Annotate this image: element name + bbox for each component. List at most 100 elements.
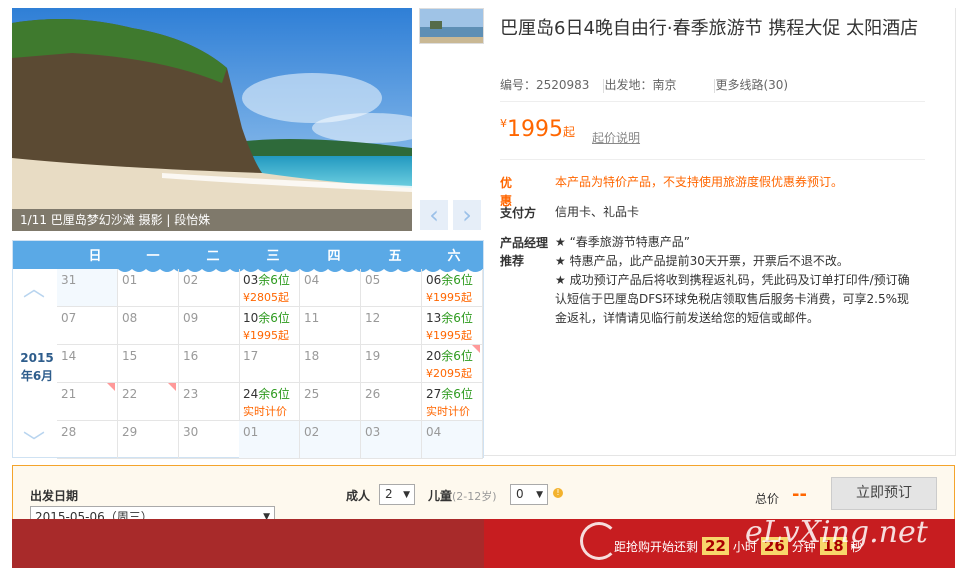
calendar-prev-month-button[interactable]: ︿ — [23, 271, 45, 303]
chevron-right-icon: › — [462, 201, 472, 229]
recommend-list: ★ “春季旅游节特惠产品” ★ 特惠产品，此产品提前30天开票，开票后不退不改。… — [555, 233, 915, 328]
dropdown-arrow-icon: ▼ — [536, 490, 543, 500]
calendar-day-number: 24 — [243, 387, 259, 401]
calendar-day-cell: 09 — [179, 307, 240, 345]
main-photo[interactable] — [12, 8, 412, 231]
calendar-day-price: ¥1995起 — [426, 291, 472, 304]
calendar-day-number: 13 — [426, 311, 442, 325]
calendar-day-number: 01 — [122, 273, 138, 287]
adult-count-value: 2 — [385, 487, 393, 501]
calendar-day-number: 10 — [243, 311, 259, 325]
photo-thumbnail[interactable] — [419, 8, 484, 44]
weekday-label: 二 — [206, 249, 220, 264]
calendar-day-number: 30 — [183, 425, 199, 439]
calendar-day-cell[interactable]: 06余6位 ¥1995起 — [422, 269, 483, 307]
price-note-link[interactable]: 起价说明 — [592, 129, 640, 146]
info-icon[interactable]: ! — [553, 488, 563, 498]
calendar-day-cell: 18 — [300, 345, 361, 383]
calendar-day-cell: 17 — [239, 345, 300, 383]
calendar-day-number: 06 — [426, 273, 442, 287]
calendar-day-cell: 11 — [300, 307, 361, 345]
calendar-day-number: 03 — [243, 273, 259, 287]
calendar-day-number: 12 — [365, 311, 381, 325]
child-label: 儿童(2-12岁) — [428, 487, 497, 504]
calendar-day-price: 实时计价 — [243, 405, 287, 418]
calendar-availability: 余6位 — [258, 387, 290, 401]
recommend-item: ★ 成功预订产品后将收到携程返礼码，凭此码及订单打印件/预订确认短信于巴厘岛DF… — [555, 273, 910, 325]
calendar-day-cell: 28 — [57, 421, 118, 459]
product-meta: 编号：2520983 出发地：南京 更多线路(30) — [500, 76, 788, 93]
calendar-day-cell[interactable]: 10余6位 ¥1995起 — [239, 307, 300, 345]
countdown-hours: 22 — [702, 537, 729, 555]
calendar-day-cell[interactable]: 24余6位实时计价 — [239, 383, 300, 421]
calendar-day-cell: 26 — [361, 383, 422, 421]
calendar-day-number: 25 — [304, 387, 320, 401]
calendar-day-cell: 01 — [239, 421, 300, 459]
price-calendar: 日 一 二 三 四 五 六 ︿ 2015年6月 ﹀ 31 01 02 03余6位 ¥28… — [12, 240, 484, 459]
calendar-day-number: 21 — [61, 387, 77, 401]
calendar-day-cell: 02 — [300, 421, 361, 459]
weekday-label: 四 — [327, 249, 341, 264]
calendar-day-price: ¥2095起 — [426, 367, 472, 380]
weekday-label: 五 — [388, 249, 402, 264]
calendar-day-number: 02 — [304, 425, 320, 439]
calendar-day-number: 09 — [183, 311, 199, 325]
calendar-month-label: 2015年6月 — [20, 351, 54, 383]
calendar-day-number: 20 — [426, 349, 442, 363]
calendar-next-month-button[interactable]: ﹀ — [23, 425, 45, 457]
calendar-day-cell: 31 — [57, 269, 118, 307]
price-suffix: 起 — [563, 125, 576, 139]
calendar-day-cell: 29 — [118, 421, 179, 459]
calendar-day-number: 04 — [304, 273, 320, 287]
recommend-item: ★ 特惠产品，此产品提前30天开票，开票后不退不改。 — [555, 254, 849, 268]
calendar-day-cell: 02 — [179, 269, 240, 307]
calendar-day-cell: 16 — [179, 345, 240, 383]
panel-border — [484, 455, 956, 456]
clock-icon — [580, 522, 618, 560]
calendar-day-number: 19 — [365, 349, 381, 363]
calendar-day-cell[interactable]: 03余6位 ¥2805起 — [239, 269, 300, 307]
calendar-availability: 余6位 — [441, 273, 473, 287]
child-count-select[interactable]: 0 ▼ — [510, 484, 548, 505]
adult-count-select[interactable]: 2 ▼ — [379, 484, 415, 505]
calendar-day-price: ¥2805起 — [243, 291, 289, 304]
calendar-day-cell: 23 — [179, 383, 240, 421]
calendar-day-number: 28 — [61, 425, 77, 439]
child-label-text: 儿童 — [428, 489, 453, 503]
payment-label: 支付方 — [500, 206, 537, 220]
calendar-day-number: 22 — [122, 387, 138, 401]
calendar-day-price: ¥1995起 — [426, 329, 472, 342]
calendar-day-number: 14 — [61, 349, 77, 363]
child-age-range: (2-12岁) — [452, 490, 497, 503]
weekday-label: 日 — [88, 249, 102, 264]
recommend-label: 产品经理推荐 — [500, 236, 549, 268]
total-price-label: 总价 — [755, 492, 780, 506]
weekday-label: 三 — [266, 249, 280, 264]
divider — [500, 101, 925, 102]
calendar-day-cell: 22 — [118, 383, 179, 421]
calendar-weekday-header: 日 一 二 三 四 五 六 — [13, 241, 483, 272]
gallery-prev-button[interactable]: ‹ — [420, 200, 448, 230]
calendar-day-number: 29 — [122, 425, 138, 439]
calendar-day-cell: 12 — [361, 307, 422, 345]
promo-corner-flag-icon — [472, 345, 480, 353]
calendar-day-cell: 04 — [300, 269, 361, 307]
promo-banner-left — [12, 519, 484, 568]
calendar-day-cell: 25 — [300, 383, 361, 421]
calendar-day-number: 16 — [183, 349, 199, 363]
book-now-button[interactable]: 立即预订 — [831, 477, 937, 510]
adult-label: 成人 — [346, 489, 371, 503]
gallery-next-button[interactable]: › — [453, 200, 481, 230]
calendar-day-cell: 30 — [179, 421, 240, 459]
calendar-day-number: 02 — [183, 273, 199, 287]
calendar-day-cell[interactable]: 20余6位 ¥2095起 — [422, 345, 483, 383]
calendar-day-cell: 19 — [361, 345, 422, 383]
calendar-day-number: 23 — [183, 387, 199, 401]
calendar-day-cell[interactable]: 13余6位 ¥1995起 — [422, 307, 483, 345]
more-routes-link[interactable]: 更多线路(30) — [715, 78, 788, 92]
calendar-day-price: 实时计价 — [426, 405, 470, 418]
calendar-day-cell[interactable]: 27余6位 实时计价 — [422, 383, 483, 421]
total-price-value: -- — [792, 484, 807, 505]
calendar-day-cell: 14 — [57, 345, 118, 383]
calendar-day-cell: 21 — [57, 383, 118, 421]
